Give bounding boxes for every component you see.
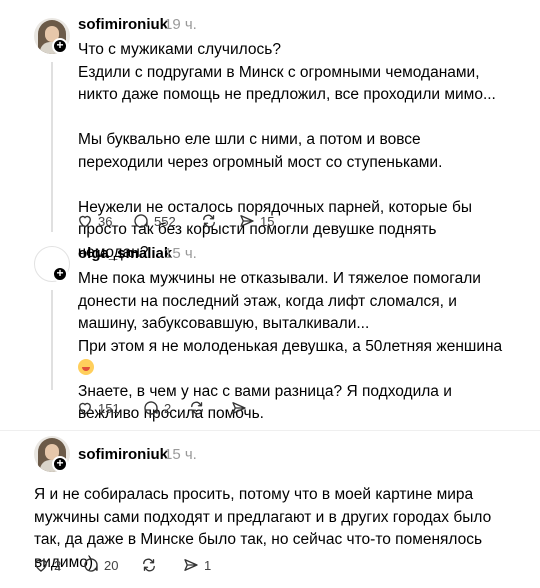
post-actions: 36 552 15	[76, 210, 376, 232]
heart-icon	[35, 559, 47, 572]
post-actions: 2 20 1	[32, 554, 332, 576]
share-button[interactable]: 1	[182, 554, 211, 576]
thread-line	[51, 290, 53, 390]
comment-count: 552	[154, 213, 176, 229]
divider	[0, 430, 540, 431]
comment-icon	[134, 214, 148, 228]
comment-button[interactable]: 20	[82, 554, 118, 576]
thread-line	[51, 62, 53, 232]
username[interactable]: sofimironiuk	[78, 446, 168, 463]
send-icon	[240, 215, 254, 227]
timestamp: 15 ч.	[164, 446, 197, 463]
like-button[interactable]: 36	[76, 210, 112, 232]
repost-icon	[191, 401, 203, 415]
comment-icon	[144, 401, 158, 415]
repost-icon	[203, 214, 215, 228]
post-actions: 151 2	[76, 397, 376, 419]
like-count: 151	[98, 400, 120, 416]
comment-icon	[84, 558, 98, 572]
like-button[interactable]: 2	[32, 554, 61, 576]
comment-button[interactable]: 2	[142, 397, 171, 419]
timestamp: 19 ч.	[164, 16, 197, 33]
share-button[interactable]: 15	[238, 210, 274, 232]
send-icon	[184, 559, 198, 571]
repost-button[interactable]	[188, 397, 206, 419]
heart-icon	[79, 215, 91, 228]
comment-count: 2	[164, 400, 172, 416]
username[interactable]: sofimironiuk	[78, 16, 168, 33]
send-icon	[232, 402, 246, 414]
repost-icon	[143, 558, 155, 572]
comment-count: 20	[104, 557, 119, 573]
heart-icon	[79, 402, 91, 415]
post-text-part-1: Мне пока мужчины не отказывали. И тяжело…	[78, 270, 503, 355]
follow-plus-icon[interactable]: +	[52, 38, 68, 54]
repost-button[interactable]	[140, 554, 158, 576]
follow-plus-icon[interactable]: +	[52, 266, 68, 282]
like-count: 2	[54, 557, 62, 573]
grinning-emoji-icon	[78, 359, 94, 375]
follow-plus-icon[interactable]: +	[52, 456, 68, 472]
share-count: 1	[204, 557, 212, 573]
repost-button[interactable]	[200, 210, 218, 232]
like-count: 36	[98, 213, 113, 229]
share-count: 15	[260, 213, 275, 229]
timestamp: 15 ч.	[164, 245, 197, 262]
like-button[interactable]: 151	[76, 397, 120, 419]
username[interactable]: olga_smaliak	[78, 245, 172, 262]
share-button[interactable]	[230, 397, 248, 419]
comment-button[interactable]: 552	[132, 210, 176, 232]
